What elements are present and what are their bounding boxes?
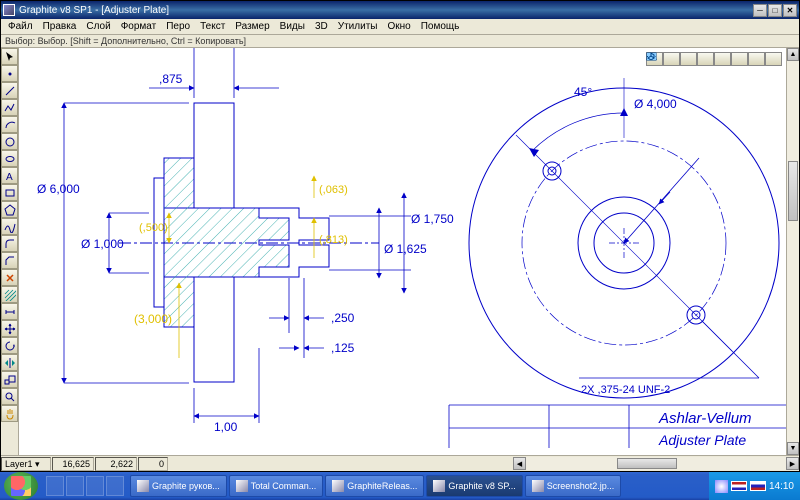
dim-4000: Ø 4,000: [634, 97, 677, 111]
menu-file[interactable]: Файл: [3, 21, 38, 32]
dim-250: ,250: [331, 311, 355, 325]
tool-scale[interactable]: [1, 371, 18, 388]
title-bar: Graphite v8 SP1 - [Adjuster Plate] ─ □ ✕: [1, 1, 799, 19]
menu-window[interactable]: Окно: [382, 21, 415, 32]
tool-polygon[interactable]: [1, 201, 18, 218]
vertical-scrollbar[interactable]: ▲ ▼: [786, 48, 799, 455]
dim-1625: Ø 1,625: [384, 242, 427, 256]
menu-views[interactable]: Виды: [275, 21, 310, 32]
menu-bar: Файл Правка Слой Формат Перо Текст Разме…: [1, 19, 799, 35]
tool-circle[interactable]: [1, 133, 18, 150]
quick-launch: [42, 476, 128, 496]
task-screenshot[interactable]: Screenshot2.jp...: [525, 475, 622, 497]
tool-zoom[interactable]: [1, 388, 18, 405]
dim-thread: 2X ,375-24 UNF-2: [581, 384, 670, 396]
tool-select[interactable]: [1, 48, 18, 65]
titleblock-company: Ashlar-Vellum: [658, 410, 752, 427]
close-button[interactable]: ✕: [783, 4, 797, 17]
dim-500: (,500): [139, 222, 168, 234]
dim-875: ,875: [159, 72, 183, 86]
tool-trim[interactable]: [1, 269, 18, 286]
taskbar: Graphite руков... Total Comman... Graphi…: [0, 472, 800, 500]
dim-100: 1,00: [214, 420, 238, 434]
status-bar: Layer1 ▾ 16,625 2,622 0 ◀ ▶: [1, 455, 799, 471]
dim-45: 45°: [574, 85, 592, 99]
menu-layer[interactable]: Слой: [81, 21, 115, 32]
lang-ru-icon[interactable]: [750, 481, 766, 491]
hint-bar: Выбор: Выбор. [Shift = Дополнительно, Ct…: [1, 35, 799, 48]
tool-ellipse[interactable]: [1, 150, 18, 167]
task-graphite-release[interactable]: GraphiteReleas...: [325, 475, 424, 497]
dim-3000: (3,000): [134, 312, 172, 326]
tool-pan[interactable]: [1, 405, 18, 422]
hscroll-left[interactable]: ◀: [513, 457, 526, 470]
tool-line[interactable]: [1, 82, 18, 99]
dim-1000: Ø 1,000: [81, 237, 124, 251]
drawing-canvas[interactable]: ,875 Ø 6,000 Ø 1,000: [19, 48, 786, 455]
svg-text:A: A: [6, 172, 13, 182]
tool-polyline[interactable]: [1, 99, 18, 116]
tool-hatch[interactable]: [1, 286, 18, 303]
menu-edit[interactable]: Правка: [38, 21, 82, 32]
task-total-commander[interactable]: Total Comman...: [229, 475, 324, 497]
lang-en-icon[interactable]: [731, 481, 747, 491]
dim-6000: Ø 6,000: [37, 182, 80, 196]
menu-help[interactable]: Помощь: [416, 21, 465, 32]
start-button[interactable]: [4, 472, 38, 500]
task-graphite-app[interactable]: Graphite v8 SP...: [426, 475, 522, 497]
dim-125: ,125: [331, 341, 355, 355]
hscroll-right[interactable]: ▶: [786, 457, 799, 470]
maximize-button[interactable]: □: [768, 4, 782, 17]
scroll-thumb[interactable]: [788, 161, 798, 221]
menu-dimension[interactable]: Размер: [230, 21, 274, 32]
dim-1750: Ø 1,750: [411, 212, 454, 226]
status-y: 2,622: [95, 457, 137, 471]
tool-chamfer[interactable]: [1, 252, 18, 269]
ql-icon-1[interactable]: [46, 476, 64, 496]
hscroll-thumb[interactable]: [617, 458, 677, 469]
tool-move[interactable]: [1, 320, 18, 337]
tool-palette: A: [1, 48, 19, 455]
tool-text[interactable]: A: [1, 167, 18, 184]
menu-text[interactable]: Текст: [195, 21, 230, 32]
tool-mirror[interactable]: [1, 354, 18, 371]
tray-icon-1[interactable]: [715, 480, 728, 493]
window-title: Graphite v8 SP1 - [Adjuster Plate]: [19, 5, 169, 16]
tool-rotate[interactable]: [1, 337, 18, 354]
scroll-down-button[interactable]: ▼: [787, 442, 799, 455]
scroll-up-button[interactable]: ▲: [787, 48, 799, 61]
ql-icon-4[interactable]: [106, 476, 124, 496]
tool-rect[interactable]: [1, 184, 18, 201]
dim-813: (,813): [319, 234, 348, 246]
tool-arc[interactable]: [1, 116, 18, 133]
clock[interactable]: 14:10: [769, 481, 794, 492]
menu-3d[interactable]: 3D: [310, 21, 333, 32]
menu-utilities[interactable]: Утилиты: [333, 21, 383, 32]
menu-format[interactable]: Формат: [116, 21, 162, 32]
ql-icon-2[interactable]: [66, 476, 84, 496]
menu-pen[interactable]: Перо: [161, 21, 195, 32]
system-tray: 14:10: [709, 472, 800, 500]
minimize-button[interactable]: ─: [753, 4, 767, 17]
task-graphite-tutorial[interactable]: Graphite руков...: [130, 475, 227, 497]
tool-fillet[interactable]: [1, 235, 18, 252]
ql-icon-3[interactable]: [86, 476, 104, 496]
status-z: 0: [138, 457, 168, 471]
tool-spline[interactable]: [1, 218, 18, 235]
status-layer[interactable]: Layer1 ▾: [1, 457, 51, 471]
status-x: 16,625: [52, 457, 94, 471]
dim-063: (,063): [319, 184, 348, 196]
tool-dimension[interactable]: [1, 303, 18, 320]
titleblock-part: Adjuster Plate: [658, 432, 746, 448]
tool-point[interactable]: [1, 65, 18, 82]
app-icon: [3, 4, 15, 16]
